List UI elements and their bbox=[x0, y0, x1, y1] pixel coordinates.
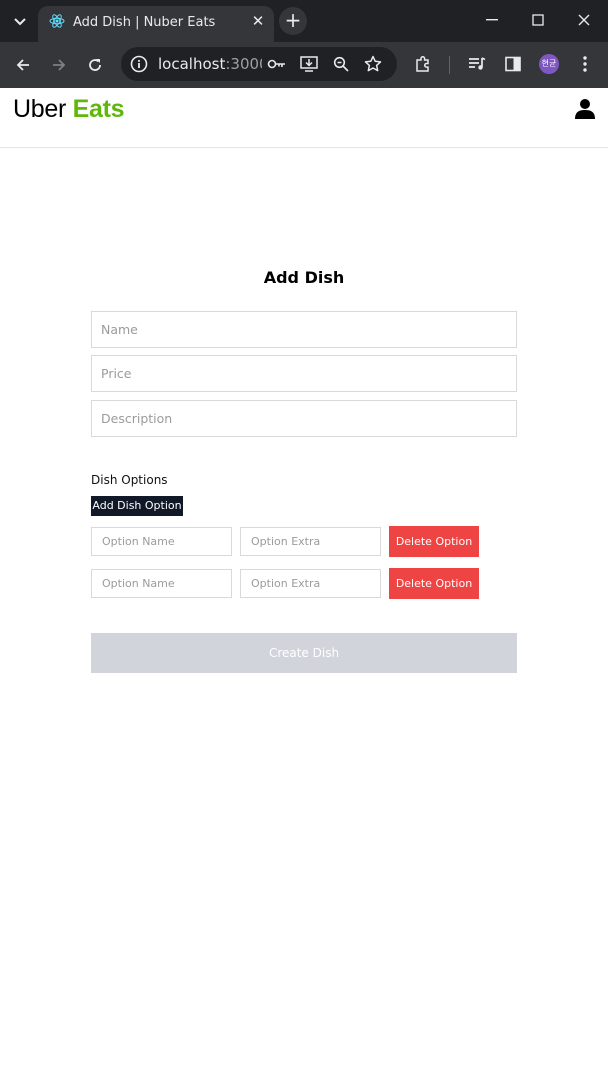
option-name-input[interactable] bbox=[91, 569, 232, 598]
page-title: Add Dish bbox=[263, 268, 345, 287]
new-tab-icon[interactable]: + bbox=[279, 7, 307, 35]
url-text: localhost:3000... bbox=[158, 55, 262, 73]
extensions-icon[interactable] bbox=[412, 53, 434, 75]
side-panel-icon[interactable] bbox=[502, 53, 524, 75]
browser-toolbar: localhost:3000... 현균 bbox=[0, 42, 608, 88]
site-info-icon[interactable] bbox=[129, 54, 149, 74]
url-rest: :3000... bbox=[225, 55, 262, 73]
description-input[interactable] bbox=[91, 400, 517, 437]
reload-icon[interactable] bbox=[81, 51, 109, 79]
create-dish-button[interactable]: Create Dish bbox=[91, 633, 517, 673]
app-header: Uber Eats bbox=[0, 88, 608, 148]
delete-option-button[interactable]: Delete Option bbox=[389, 526, 479, 557]
delete-option-button[interactable]: Delete Option bbox=[389, 568, 479, 599]
back-icon[interactable] bbox=[9, 51, 37, 79]
dish-options-label: Dish Options bbox=[91, 473, 168, 487]
media-control-icon[interactable] bbox=[466, 53, 488, 75]
minimize-icon[interactable] bbox=[478, 8, 506, 32]
name-input[interactable] bbox=[91, 311, 517, 348]
close-icon[interactable]: ✕ bbox=[249, 12, 267, 30]
install-app-icon[interactable] bbox=[299, 54, 319, 74]
option-name-input[interactable] bbox=[91, 527, 232, 556]
tab-list-icon[interactable] bbox=[8, 10, 32, 34]
url-host: localhost bbox=[158, 55, 226, 73]
password-key-icon[interactable] bbox=[267, 54, 287, 74]
user-icon[interactable] bbox=[574, 98, 596, 120]
tab-title: Add Dish | Nuber Eats bbox=[73, 15, 216, 30]
add-dish-option-button[interactable]: Add Dish Option bbox=[91, 496, 183, 516]
zoom-icon[interactable] bbox=[331, 54, 351, 74]
address-bar[interactable]: localhost:3000... bbox=[121, 47, 397, 81]
logo-eats-text: Eats bbox=[72, 95, 125, 123]
logo-uber-text: Uber bbox=[13, 95, 66, 123]
react-favicon-icon bbox=[49, 14, 65, 28]
toolbar-divider bbox=[449, 56, 450, 74]
price-input[interactable] bbox=[91, 355, 517, 392]
forward-icon[interactable] bbox=[45, 51, 73, 79]
option-extra-input[interactable] bbox=[240, 527, 381, 556]
profile-avatar[interactable]: 현균 bbox=[539, 54, 559, 74]
browser-tab[interactable]: Add Dish | Nuber Eats ✕ bbox=[38, 6, 274, 42]
kebab-menu-icon[interactable] bbox=[574, 53, 596, 75]
option-extra-input[interactable] bbox=[240, 569, 381, 598]
maximize-icon[interactable] bbox=[524, 8, 552, 32]
browser-tabstrip: Add Dish | Nuber Eats ✕ + bbox=[0, 0, 608, 42]
bookmark-star-icon[interactable] bbox=[363, 54, 383, 74]
uber-eats-logo[interactable]: Uber Eats bbox=[13, 95, 125, 124]
window-close-icon[interactable] bbox=[570, 8, 598, 32]
